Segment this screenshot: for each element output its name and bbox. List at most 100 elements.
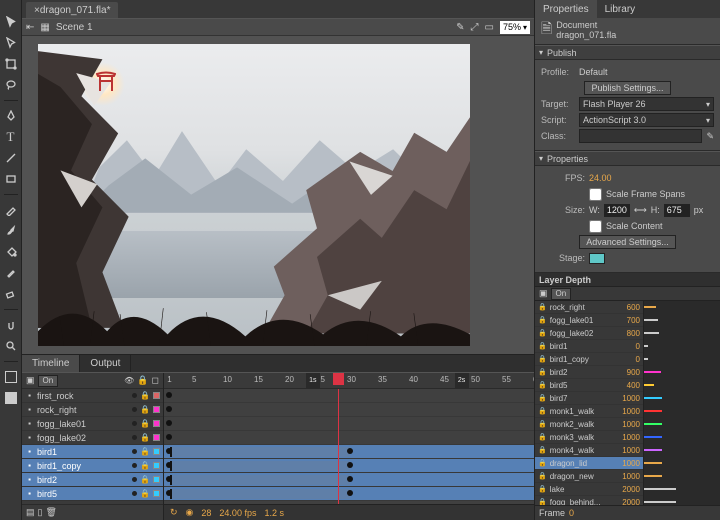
edit-class-icon[interactable]: ✎: [706, 131, 714, 142]
timeline-layer[interactable]: ▪fogg_lake02🔒: [22, 431, 163, 445]
eyedrop-tool[interactable]: [3, 265, 19, 281]
track[interactable]: [164, 473, 534, 487]
layerdepth-row[interactable]: 🔒fogg_lake02800: [535, 327, 643, 340]
ld-depth-line[interactable]: [644, 306, 656, 308]
publish-settings-button[interactable]: Publish Settings...: [584, 81, 670, 95]
track[interactable]: [164, 431, 534, 445]
lock-icon[interactable]: 🔒: [140, 475, 150, 484]
ld-depth-value[interactable]: 900: [614, 368, 640, 377]
timeline-layer[interactable]: ▪bird5🔒: [22, 487, 163, 501]
subselect-tool[interactable]: [3, 35, 19, 51]
outline-swatch[interactable]: [153, 392, 160, 399]
ld-depth-line[interactable]: [644, 436, 662, 438]
height-input[interactable]: 675: [664, 204, 690, 217]
target-dropdown[interactable]: Flash Player 26▾: [579, 97, 714, 111]
ld-depth-line[interactable]: [644, 423, 662, 425]
track[interactable]: [164, 403, 534, 417]
center-icon[interactable]: ▭: [485, 22, 494, 33]
ld-depth-line[interactable]: [644, 345, 648, 347]
ld-depth-value[interactable]: 1000: [614, 394, 640, 403]
tab-output[interactable]: Output: [80, 355, 131, 373]
layerdepth-row[interactable]: 🔒monk1_walk1000: [535, 405, 643, 418]
onion-icon[interactable]: ◉: [186, 507, 194, 518]
lock-icon[interactable]: 🔒: [140, 405, 150, 414]
eye-icon[interactable]: 👁: [124, 376, 134, 385]
ld-depth-line[interactable]: [644, 384, 654, 386]
visibility-dot[interactable]: [132, 477, 137, 482]
timeline-layer[interactable]: ▪rock_right🔒: [22, 403, 163, 417]
layerdepth-row[interactable]: 🔒lake2000: [535, 483, 643, 496]
scene-label[interactable]: Scene 1: [56, 22, 93, 33]
ld-depth-value[interactable]: 0: [614, 342, 640, 351]
scale-content-checkbox[interactable]: [589, 220, 602, 233]
brush-tool[interactable]: [3, 223, 19, 239]
lasso-tool[interactable]: [3, 77, 19, 93]
fill-swatch[interactable]: [3, 390, 19, 406]
ld-depth-value[interactable]: 1000: [614, 472, 640, 481]
lock-header-icon[interactable]: 🔒: [137, 375, 148, 386]
timeline-tracks[interactable]: [164, 389, 534, 504]
layerdepth-row[interactable]: 🔒monk3_walk1000: [535, 431, 643, 444]
stroke-swatch[interactable]: [3, 369, 19, 385]
ld-depth-line[interactable]: [644, 475, 662, 477]
timeline-layer[interactable]: ▪bird1🔒: [22, 445, 163, 459]
ld-depth-value[interactable]: 1000: [614, 433, 640, 442]
stage[interactable]: [38, 44, 470, 346]
camera-icon[interactable]: ▣: [26, 375, 35, 386]
layerdepth-row[interactable]: 🔒bird1_copy0: [535, 353, 643, 366]
ld-depth-line[interactable]: [644, 449, 662, 451]
ld-depth-value[interactable]: 700: [614, 316, 640, 325]
eraser-tool[interactable]: [3, 286, 19, 302]
timeline-layer[interactable]: ▪bird2🔒: [22, 473, 163, 487]
timeline-ruler[interactable]: 151015202530354045505560651s2s: [164, 373, 534, 389]
text-tool[interactable]: T: [3, 129, 19, 145]
outline-swatch[interactable]: [153, 406, 160, 413]
outline-swatch[interactable]: [153, 434, 160, 441]
freetransform-tool[interactable]: [3, 56, 19, 72]
script-dropdown[interactable]: ActionScript 3.0▾: [579, 113, 714, 127]
tab-library[interactable]: Library: [597, 0, 644, 18]
visibility-dot[interactable]: [132, 463, 137, 468]
outline-swatch[interactable]: [153, 490, 160, 497]
visibility-dot[interactable]: [132, 407, 137, 412]
ld-depth-line[interactable]: [644, 410, 662, 412]
stage-color-swatch[interactable]: [589, 253, 605, 264]
width-input[interactable]: 1200: [604, 204, 630, 217]
timeline-layer[interactable]: ▪fogg_lake01🔒: [22, 417, 163, 431]
layerdepth-row[interactable]: 🔒monk2_walk1000: [535, 418, 643, 431]
ld-on-toggle[interactable]: On: [551, 288, 572, 300]
ld-depth-line[interactable]: [644, 358, 648, 360]
playhead[interactable]: [338, 389, 339, 504]
lock-icon[interactable]: 🔒: [140, 461, 150, 470]
visibility-dot[interactable]: [132, 421, 137, 426]
ld-depth-value[interactable]: 2000: [614, 485, 640, 494]
track[interactable]: [164, 445, 534, 459]
properties-accordion[interactable]: ▾Properties: [535, 151, 720, 166]
layerdepth-row[interactable]: 🔒dragon_lid1000: [535, 457, 643, 470]
layerdepth-row[interactable]: 🔒rock_right600: [535, 301, 643, 314]
edit-scene-icon[interactable]: ✎: [456, 22, 464, 33]
layerdepth-row[interactable]: 🔒monk4_walk1000: [535, 444, 643, 457]
ld-depth-line[interactable]: [644, 397, 662, 399]
hand-tool[interactable]: [3, 317, 19, 333]
publish-accordion[interactable]: ▾Publish: [535, 45, 720, 60]
ld-frame-value[interactable]: 0: [569, 508, 574, 518]
lock-icon[interactable]: 🔒: [140, 489, 150, 498]
layerdepth-row[interactable]: 🔒fogg_lake01700: [535, 314, 643, 327]
visibility-dot[interactable]: [132, 435, 137, 440]
outline-header-icon[interactable]: ◻: [152, 375, 159, 386]
zoom-tool[interactable]: [3, 338, 19, 354]
ld-depth-line[interactable]: [644, 501, 676, 503]
scene-home-icon[interactable]: ⇤: [26, 22, 34, 33]
track[interactable]: [164, 487, 534, 501]
ld-depth-value[interactable]: 1000: [614, 459, 640, 468]
ld-depth-value[interactable]: 2000: [614, 498, 640, 506]
ld-depth-value[interactable]: 1000: [614, 446, 640, 455]
scale-spans-checkbox[interactable]: [589, 188, 602, 201]
ld-depth-value[interactable]: 1000: [614, 407, 640, 416]
outline-swatch[interactable]: [153, 448, 160, 455]
outline-swatch[interactable]: [153, 476, 160, 483]
zoom-dropdown[interactable]: 75%▾: [500, 21, 530, 34]
lock-icon[interactable]: 🔒: [140, 419, 150, 428]
layerdepth-row[interactable]: 🔒bird71000: [535, 392, 643, 405]
